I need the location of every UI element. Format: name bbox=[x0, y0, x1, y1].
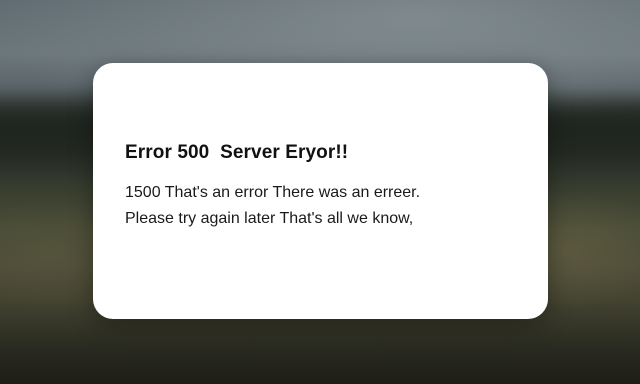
error-message: 1500 That's an error There was an erreer… bbox=[125, 180, 518, 232]
error-message-line-2: Please try again later That's all we kno… bbox=[125, 210, 414, 227]
error-card: Error 500 Server Eryor!! 1500 That's an … bbox=[93, 63, 548, 319]
error-title: Error 500 Server Eryor!! bbox=[125, 142, 349, 163]
error-message-line-1: 1500 That's an error There was an erreer… bbox=[125, 184, 421, 201]
